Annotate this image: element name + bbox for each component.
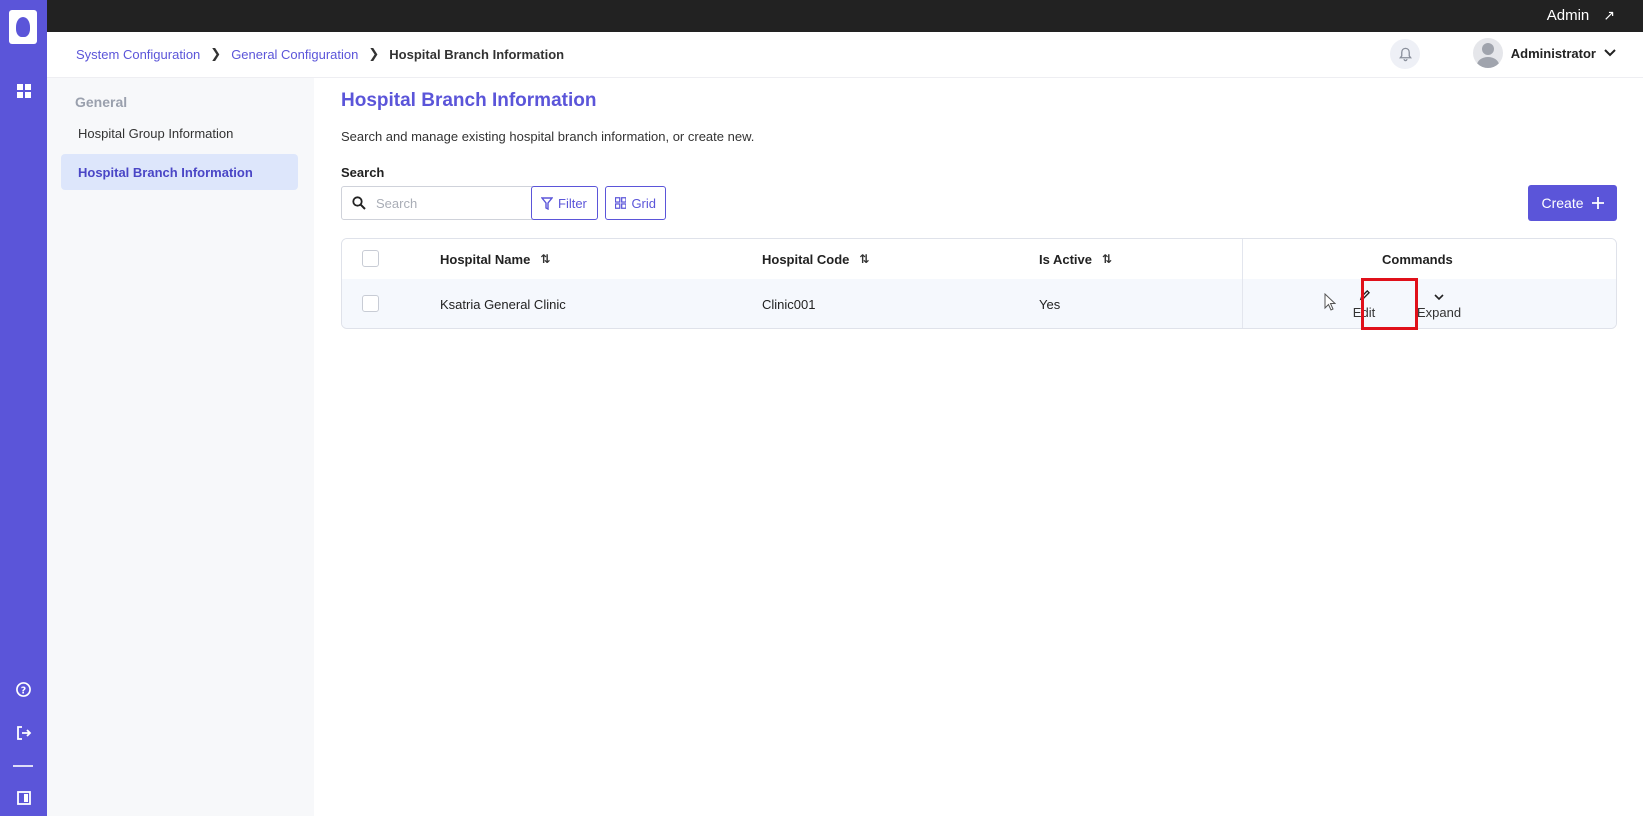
grid-icon <box>615 197 627 209</box>
expand-label: Expand <box>1416 304 1462 320</box>
search-label: Search <box>341 165 385 180</box>
mouse-cursor-icon <box>1324 293 1336 311</box>
chevron-right-icon: ❯ <box>210 46 222 61</box>
select-all-checkbox[interactable] <box>362 250 379 267</box>
edit-button[interactable]: Edit <box>1345 281 1383 327</box>
column-header-hospital-name[interactable]: Hospital Name ⇅ <box>440 239 550 279</box>
cell-hospital-name: Ksatria General Clinic <box>440 296 566 312</box>
column-divider <box>1242 239 1243 328</box>
column-label: Is Active <box>1039 251 1092 267</box>
grid-view-button[interactable]: Grid <box>605 186 666 220</box>
cell-hospital-code: Clinic001 <box>762 296 816 312</box>
filter-icon <box>541 196 553 210</box>
user-name: Administrator <box>1510 45 1596 61</box>
column-label: Hospital Code <box>762 251 850 267</box>
column-header-commands: Commands <box>1382 239 1453 279</box>
sidebar-item-hospital-group[interactable]: Hospital Group Information <box>61 115 298 151</box>
data-grid: Hospital Name ⇅ Hospital Code ⇅ Is Activ… <box>341 238 1617 329</box>
avatar <box>1472 38 1503 68</box>
search-icon <box>352 196 366 210</box>
search-box <box>341 186 547 220</box>
table-row[interactable]: Ksatria General Clinic Clinic001 Yes Edi… <box>342 279 1616 328</box>
sort-icon[interactable]: ⇅ <box>1102 252 1112 266</box>
rail-divider <box>13 765 33 767</box>
logout-icon[interactable] <box>0 720 47 746</box>
filter-label: Filter <box>558 195 587 211</box>
logo-icon[interactable] <box>9 10 37 44</box>
edit-label: Edit <box>1352 304 1376 320</box>
header: System Configuration ❯ General Configura… <box>47 32 1643 78</box>
sidebar: General Hospital Group Information Hospi… <box>47 78 314 816</box>
search-input[interactable] <box>376 195 536 211</box>
panel-icon[interactable] <box>0 785 47 811</box>
table-header-row: Hospital Name ⇅ Hospital Code ⇅ Is Activ… <box>342 239 1616 279</box>
page-description: Search and manage existing hospital bran… <box>341 129 755 144</box>
sidebar-item-label: Hospital Branch Information <box>78 164 253 180</box>
page-title: Hospital Branch Information <box>341 90 597 111</box>
svg-text:?: ? <box>21 685 26 696</box>
create-button[interactable]: Create <box>1528 185 1617 221</box>
sort-icon[interactable]: ⇅ <box>859 252 869 266</box>
sidebar-section-title: General <box>75 94 128 110</box>
breadcrumb-system-configuration[interactable]: System Configuration <box>76 47 200 62</box>
chevron-down-icon <box>1434 289 1444 305</box>
sidebar-item-label: Hospital Group Information <box>78 125 234 141</box>
plus-icon <box>1591 197 1604 209</box>
help-icon[interactable]: ? <box>0 676 47 702</box>
sort-icon[interactable]: ⇅ <box>540 252 550 266</box>
expand-button[interactable]: Expand <box>1414 281 1464 327</box>
column-header-hospital-code[interactable]: Hospital Code ⇅ <box>762 239 869 279</box>
column-header-is-active[interactable]: Is Active ⇅ <box>1039 239 1112 279</box>
sidebar-item-hospital-branch[interactable]: Hospital Branch Information <box>61 154 298 190</box>
main-content: Hospital Branch Information Search and m… <box>314 78 1643 816</box>
external-arrow-icon: ↗ <box>1603 7 1615 23</box>
breadcrumb: System Configuration ❯ General Configura… <box>76 46 564 62</box>
bell-icon[interactable] <box>1390 39 1420 69</box>
top-bar: Admin ↗ <box>0 0 1643 32</box>
pencil-icon <box>1359 289 1370 305</box>
admin-link-label: Admin <box>1546 7 1590 24</box>
breadcrumb-current: Hospital Branch Information <box>389 46 565 62</box>
chevron-down-icon <box>1604 49 1616 57</box>
apps-grid-icon[interactable] <box>0 78 47 104</box>
user-menu[interactable]: Administrator <box>1472 38 1616 68</box>
filter-button[interactable]: Filter <box>531 186 598 220</box>
create-label: Create <box>1541 195 1584 211</box>
column-label: Hospital Name <box>440 251 531 267</box>
left-rail: ? <box>0 0 47 816</box>
row-checkbox[interactable] <box>362 295 379 312</box>
grid-label: Grid <box>631 195 656 211</box>
breadcrumb-general-configuration[interactable]: General Configuration <box>231 47 358 62</box>
admin-link[interactable]: Admin ↗ <box>1547 7 1615 24</box>
column-label: Commands <box>1382 251 1453 267</box>
cell-is-active: Yes <box>1039 296 1061 312</box>
chevron-right-icon: ❯ <box>368 46 380 61</box>
